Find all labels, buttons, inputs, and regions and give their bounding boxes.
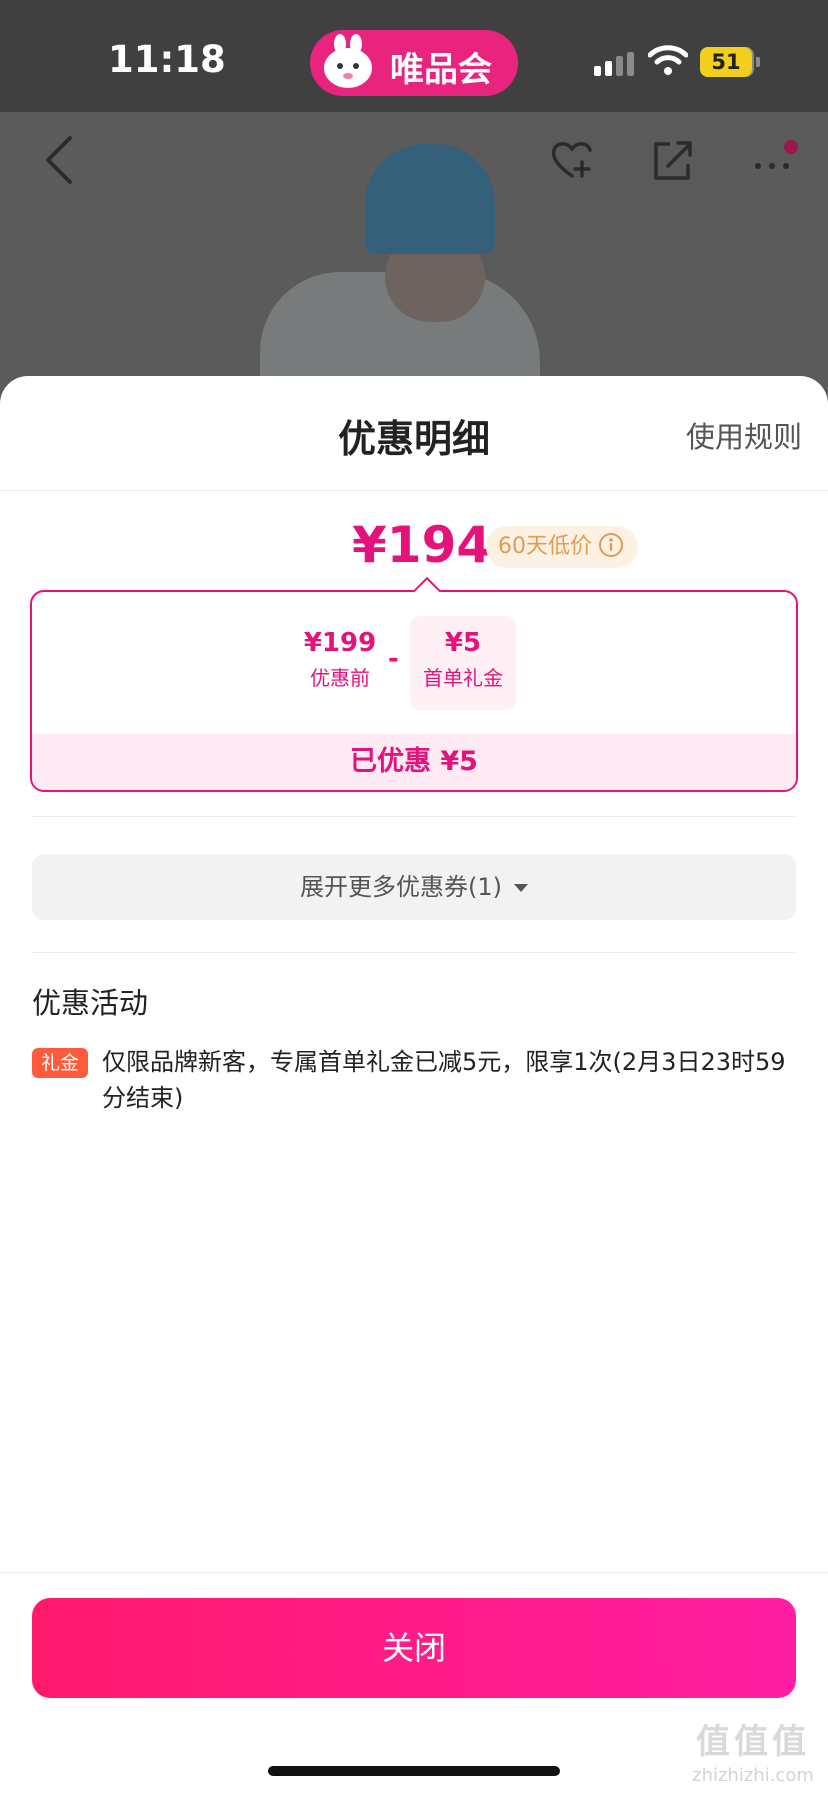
close-button[interactable]: 关闭 <box>32 1598 796 1698</box>
battery-indicator: 51 <box>700 47 760 77</box>
promotion-section-title: 优惠活动 <box>32 986 149 1020</box>
expand-more-coupons-button[interactable]: 展开更多优惠券(1) <box>32 854 796 920</box>
chevron-left-icon[interactable] <box>40 134 80 186</box>
price-before-amount: ¥199 <box>303 628 377 658</box>
divider <box>0 490 828 491</box>
more-button[interactable] <box>734 122 810 198</box>
price-breakdown-card: ¥199 优惠前 - ¥5 首单礼金 已优惠 ¥5 <box>30 576 798 792</box>
watermark-url: zhizhizhi.com <box>692 1765 814 1786</box>
low-price-badge[interactable]: 60天低价 <box>486 526 638 568</box>
coupon-label: 首单礼金 <box>423 666 503 690</box>
wifi-icon <box>648 45 688 75</box>
discount-detail-sheet: 优惠明细 使用规则 ¥194 60天低价 ¥199 优惠前 - ¥5 首单礼金 … <box>0 376 828 1796</box>
final-price: ¥194 <box>352 516 492 574</box>
first-order-coupon-item: ¥5 首单礼金 <box>410 616 516 710</box>
divider <box>32 952 796 953</box>
promotion-description: 仅限品牌新客，专属首单礼金已减5元，限享1次(2月3日23时59分结束) <box>102 1048 786 1112</box>
watermark-logo: 值值值 <box>696 1722 810 1762</box>
app-name: 唯品会 <box>390 50 492 90</box>
notification-dot <box>784 140 798 154</box>
usage-rules-link[interactable]: 使用规则 <box>686 414 802 456</box>
divider <box>0 1572 828 1573</box>
cellular-signal-icon <box>594 52 634 76</box>
share-icon <box>654 141 692 180</box>
minus-sign: - <box>388 644 399 674</box>
coupon-amount: ¥5 <box>444 628 482 658</box>
total-saved: 已优惠 ¥5 <box>32 734 796 790</box>
watermark: 值值值 zhizhizhi.com <box>678 1714 828 1786</box>
price-before-label: 优惠前 <box>310 666 370 690</box>
status-bar: 11:18 唯品会 51 <box>0 0 828 112</box>
home-indicator <box>268 1766 560 1776</box>
divider <box>32 816 796 817</box>
callout-notch <box>412 576 442 606</box>
info-icon <box>599 533 623 557</box>
favorite-button[interactable] <box>534 122 610 198</box>
caret-down-icon <box>514 884 528 892</box>
share-button[interactable] <box>634 122 710 198</box>
battery-level: 51 <box>700 47 752 77</box>
gift-tag: 礼金 <box>32 1048 88 1078</box>
expand-more-coupons-label: 展开更多优惠券(1) <box>300 873 502 901</box>
heart-plus-icon <box>551 142 592 178</box>
price-before-item: ¥199 优惠前 <box>300 622 380 691</box>
low-price-badge-label: 60天低价 <box>498 534 592 559</box>
app-badge: 唯品会 <box>310 30 518 96</box>
rabbit-mascot-icon <box>324 34 372 88</box>
status-time: 11:18 <box>108 38 226 81</box>
